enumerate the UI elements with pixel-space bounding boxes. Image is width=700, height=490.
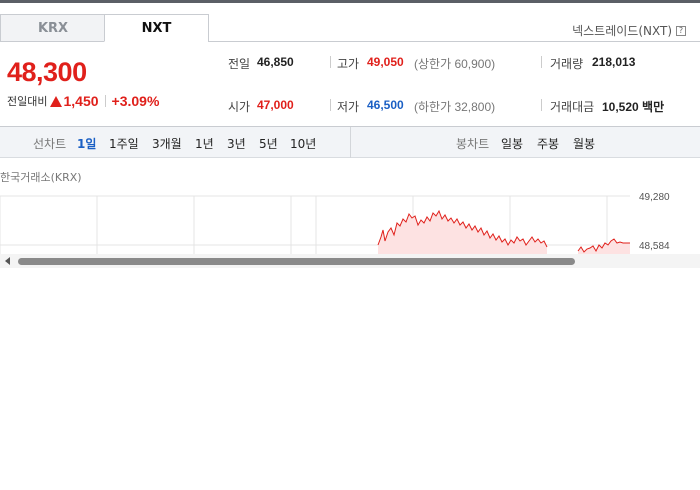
- y-axis-label-top: 49,280: [639, 192, 670, 203]
- upper-limit: (상한가 60,900): [414, 57, 496, 71]
- toolbar-divider: [350, 127, 351, 158]
- candle-weekly[interactable]: 주봉: [537, 135, 559, 152]
- period-3y[interactable]: 3년: [227, 135, 246, 152]
- chart-source: 한국거래소(KRX): [0, 171, 82, 184]
- tab-krx[interactable]: KRX: [0, 14, 105, 42]
- change-percent: +3.09%: [111, 93, 160, 109]
- divider: [330, 99, 331, 111]
- candle-daily[interactable]: 일봉: [501, 135, 523, 152]
- tabs-divider: [208, 41, 700, 42]
- candle-chart-label: 봉차트: [456, 137, 490, 151]
- volume-label: 거래량: [550, 57, 584, 71]
- change-label: 전일대비: [7, 95, 48, 108]
- nxt-info-label: 넥스트레이드(NXT): [572, 24, 672, 38]
- y-axis-label-mid: 48,584: [639, 241, 670, 252]
- period-1y[interactable]: 1년: [195, 135, 214, 152]
- prev-close-value: 46,850: [257, 55, 294, 69]
- period-10y[interactable]: 10년: [290, 135, 316, 152]
- tab-nxt[interactable]: NXT: [104, 14, 209, 42]
- divider: [104, 95, 106, 107]
- nxt-info-link[interactable]: 넥스트레이드(NXT) ?: [572, 22, 686, 39]
- top-border: [0, 0, 700, 3]
- scrollbar-thumb[interactable]: [18, 258, 575, 265]
- prev-close-label: 전일: [228, 57, 251, 71]
- volume-value: 218,013: [592, 55, 636, 69]
- price-chart[interactable]: 49,280 48,584: [0, 185, 700, 255]
- low-value: 46,500: [367, 98, 404, 112]
- candle-monthly[interactable]: 월봉: [573, 135, 595, 152]
- divider: [541, 99, 542, 111]
- period-3m[interactable]: 3개월: [152, 135, 182, 152]
- help-icon[interactable]: ?: [676, 25, 686, 36]
- divider: [541, 56, 542, 68]
- high-value: 49,050: [367, 55, 404, 69]
- period-5y[interactable]: 5년: [259, 135, 278, 152]
- chart-scrollbar[interactable]: [0, 254, 700, 268]
- change-value: 1,450: [63, 93, 99, 109]
- period-1d[interactable]: 1일: [77, 135, 96, 152]
- line-chart-label: 선차트: [33, 137, 67, 151]
- divider: [330, 56, 331, 68]
- lower-limit: (하한가 32,800): [414, 100, 496, 114]
- price-change: 전일대비 1,450 +3.09%: [7, 93, 159, 109]
- low-label: 저가: [337, 100, 360, 114]
- up-triangle-icon: [50, 95, 63, 107]
- scroll-left-arrow-icon[interactable]: [5, 257, 10, 265]
- chart-toolbar: 선차트 1일 1주일 3개월 1년 3년 5년 10년 봉차트 일봉 주봉 월봉: [0, 127, 700, 158]
- open-value: 47,000: [257, 98, 294, 112]
- period-1w[interactable]: 1주일: [109, 135, 139, 152]
- amount-label: 거래대금: [550, 100, 595, 114]
- amount-value: 10,520 백만: [602, 100, 665, 114]
- current-price: 48,300: [7, 57, 87, 87]
- high-label: 고가: [337, 57, 360, 71]
- open-label: 시가: [228, 100, 251, 114]
